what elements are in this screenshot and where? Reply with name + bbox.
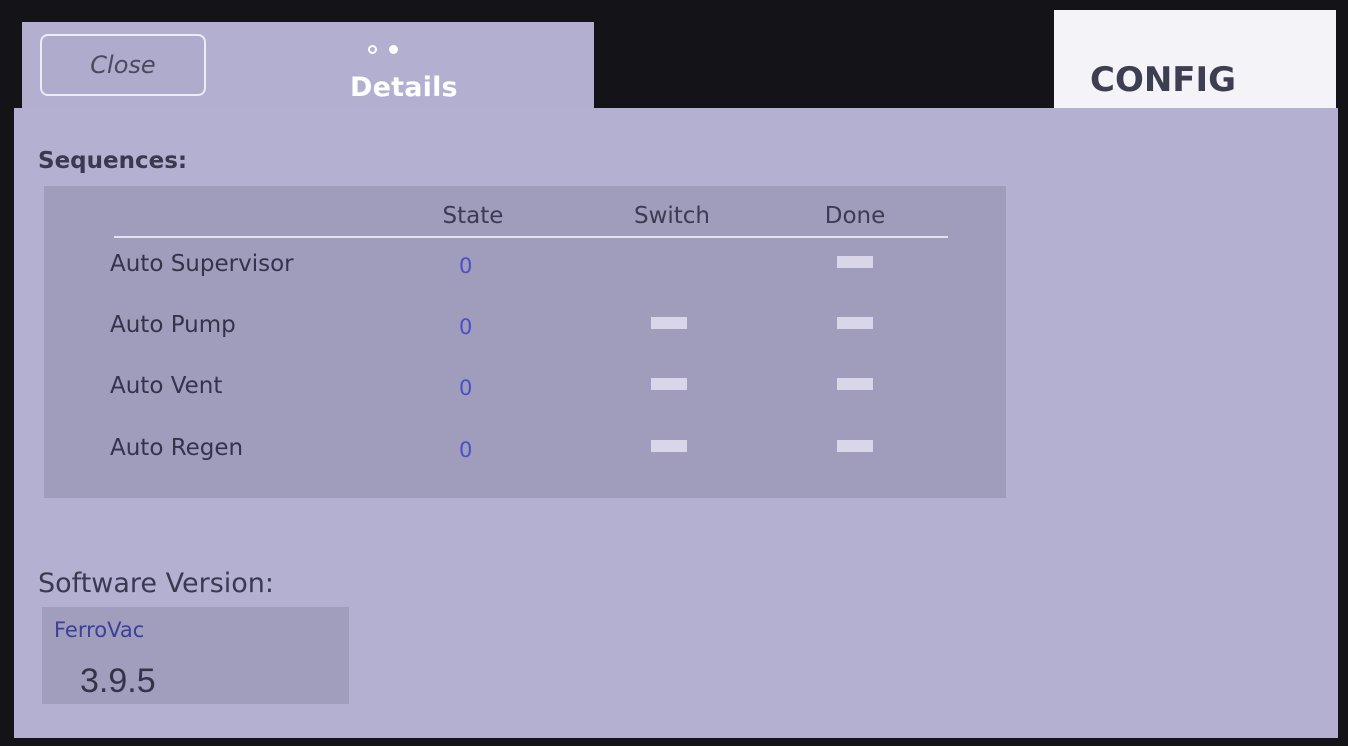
page-dot-1[interactable] [368,45,377,54]
column-header-switch: Switch [633,203,711,229]
done-indicator-auto-regen [837,440,873,452]
software-version-title: Software Version: [38,568,274,599]
close-button[interactable]: Close [40,34,206,96]
screen: Close Details CONFIG Sequences: State Sw… [0,0,1348,746]
version-number: 3.9.5 [80,662,156,700]
column-header-state: State [442,203,504,229]
page-dot-2[interactable] [389,45,398,54]
state-value-auto-supervisor: 0 [459,254,473,278]
row-label-auto-pump: Auto Pump [110,312,236,338]
row-label-auto-vent: Auto Vent [110,373,223,399]
switch-indicator-auto-pump [651,317,687,329]
done-indicator-auto-pump [837,317,873,329]
switch-indicator-auto-regen [651,440,687,452]
tab-title: Details [350,72,458,103]
done-indicator-auto-vent [837,378,873,390]
row-label-auto-supervisor: Auto Supervisor [110,251,294,277]
row-label-auto-regen: Auto Regen [110,435,244,461]
page-indicator [368,45,398,54]
state-value-auto-pump: 0 [459,315,473,339]
column-header-done: Done [824,203,886,229]
done-indicator-auto-supervisor [837,256,873,268]
table-header-divider [114,236,948,238]
sequences-title: Sequences: [38,148,188,174]
state-value-auto-regen: 0 [459,438,473,462]
product-name: FerroVac [54,618,145,642]
config-tab-label[interactable]: CONFIG [1090,60,1236,100]
switch-indicator-auto-vent [651,378,687,390]
state-value-auto-vent: 0 [459,376,473,400]
